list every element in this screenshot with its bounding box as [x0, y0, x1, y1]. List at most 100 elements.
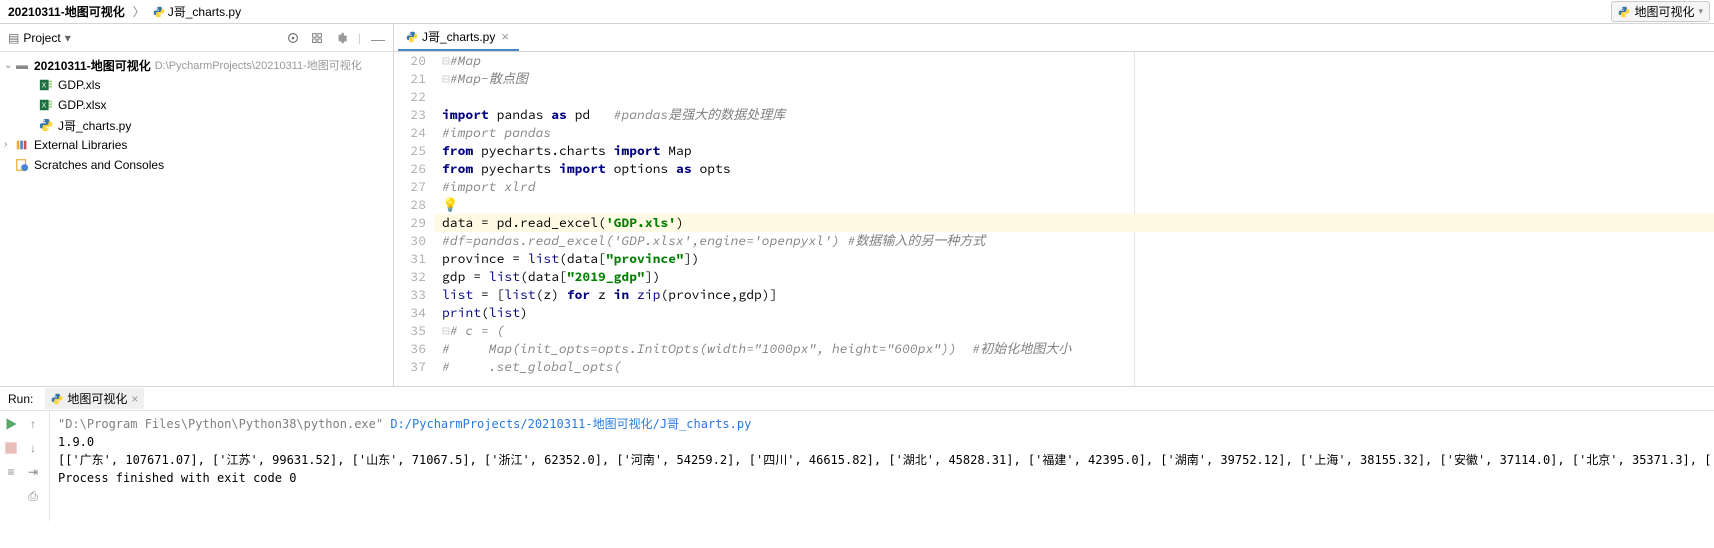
file-label: J哥_charts.py [58, 117, 131, 134]
code-text: ( [481, 304, 489, 321]
excel-icon: X [38, 97, 54, 113]
code-text: import [442, 106, 489, 123]
code-text: #df=pandas.read_excel('GDP.xlsx',engine=… [442, 232, 985, 249]
gutter[interactable]: 20 21 22 23 24 25 26 27 28 29 30 31 32 3… [394, 52, 434, 386]
line-number: 22 [394, 88, 426, 106]
breadcrumb-file[interactable]: J哥_charts.py [149, 1, 245, 22]
close-icon[interactable]: × [499, 29, 511, 44]
run-header: Run: 地图可视化 × [0, 387, 1714, 411]
library-icon [14, 137, 30, 153]
editor-tab-charts[interactable]: J哥_charts.py × [398, 24, 519, 51]
line-number: 26 [394, 160, 426, 178]
code-text: list [528, 250, 559, 267]
code-text: print [442, 304, 481, 321]
run-tool-window: Run: 地图可视化 × ↑ ↓ ≡ ⇥ · ⎙ [0, 386, 1714, 521]
code-text: import [559, 160, 606, 177]
collapse-icon[interactable] [310, 31, 324, 45]
project-tree[interactable]: ⌄ ▬ 20210311-地图可视化 D:\PycharmProjects\20… [0, 52, 393, 386]
code-text: pyecharts [473, 160, 559, 177]
code-text: (province,gdp)] [660, 286, 777, 303]
project-header: ▤ Project ▾ | — [0, 24, 393, 52]
line-number: 34 [394, 304, 426, 322]
file-charts-py[interactable]: J哥_charts.py [0, 115, 393, 135]
project-view-selector[interactable]: ▤ Project ▾ [8, 31, 286, 45]
line-number: 37 [394, 358, 426, 376]
code-text: zip [637, 286, 660, 303]
project-root[interactable]: ⌄ ▬ 20210311-地图可视化 D:\PycharmProjects\20… [0, 55, 393, 75]
rerun-icon[interactable] [2, 415, 20, 433]
divider: | [358, 31, 361, 45]
print-icon[interactable]: ⎙ [24, 487, 42, 505]
code-text: data = pd.read_excel( [442, 214, 606, 231]
code-text: #import pandas [442, 124, 551, 141]
file-gdp-xls[interactable]: X GDP.xls [0, 75, 393, 95]
python-icon [51, 393, 63, 405]
code-text: options [606, 160, 676, 177]
code-text: pd [567, 106, 614, 123]
chevron-down-icon: ▾ [65, 31, 71, 45]
svg-text:X: X [42, 83, 47, 90]
line-number: 25 [394, 142, 426, 160]
file-label: GDP.xlsx [58, 98, 106, 112]
console-text: D:/PycharmProjects/20210311-地图可视化/J哥_cha… [390, 417, 751, 431]
intention-bulb-icon[interactable]: 💡 [442, 196, 458, 213]
line-number: 21 [394, 70, 426, 88]
run-configuration-selector[interactable]: 地图可视化 ▾ [1611, 1, 1710, 22]
breadcrumb-project[interactable]: 20210311-地图可视化 [4, 1, 129, 22]
up-icon[interactable]: ↑ [24, 415, 42, 433]
svg-text:X: X [42, 103, 47, 110]
editor-panel: J哥_charts.py × 20 21 22 23 24 25 26 27 2… [394, 24, 1714, 386]
file-label: 20210311-地图可视化 [34, 57, 151, 74]
code-text: opts [692, 160, 731, 177]
code-text: = [ [473, 286, 504, 303]
line-number: 35 [394, 322, 426, 340]
python-icon [1618, 6, 1630, 18]
soft-wrap-icon[interactable]: ⇥ [24, 463, 42, 481]
editor-body[interactable]: 20 21 22 23 24 25 26 27 28 29 30 31 32 3… [394, 52, 1714, 386]
line-number: 28 [394, 196, 426, 214]
code-text: #Map-散点图 [450, 70, 528, 87]
down-icon[interactable]: ↓ [24, 439, 42, 457]
line-number: 20 [394, 52, 426, 70]
line-number: 29 [394, 214, 426, 232]
close-icon[interactable]: × [131, 392, 138, 406]
run-tab-label: 地图可视化 [67, 390, 127, 407]
code-text: gdp = [442, 268, 489, 285]
scratches-consoles[interactable]: Scratches and Consoles [0, 155, 393, 175]
code-text: ]) [645, 268, 661, 285]
main-area: ▤ Project ▾ | — ⌄ ▬ 20210311-地图可视化 D:\Py… [0, 24, 1714, 386]
code-text: pandas [489, 106, 551, 123]
console-text: "D:\Program Files\Python\Python38\python… [58, 417, 390, 431]
python-icon [38, 117, 54, 133]
hide-icon[interactable]: — [371, 31, 385, 45]
console-output[interactable]: "D:\Program Files\Python\Python38\python… [50, 411, 1714, 521]
code-text: from [442, 142, 473, 159]
code-text: province = [442, 250, 528, 267]
run-tab[interactable]: 地图可视化 × [45, 388, 144, 409]
chevron-right-icon: › [4, 139, 14, 150]
stop-icon[interactable] [2, 439, 20, 457]
excel-icon: X [38, 77, 54, 93]
gear-icon[interactable] [334, 31, 348, 45]
file-label: External Libraries [34, 138, 127, 152]
code-area[interactable]: ⊟#Map ⊟#Map-散点图 import pandas as pd #pan… [434, 52, 1714, 386]
code-text: ) [520, 304, 528, 321]
code-text: # Map(init_opts=opts.InitOpts(width="100… [442, 340, 1071, 357]
project-title: Project [23, 31, 60, 45]
layout-icon[interactable]: ≡ [2, 463, 20, 481]
tab-label: J哥_charts.py [422, 28, 495, 45]
code-text: "province" [606, 250, 684, 267]
navigation-bar: 20210311-地图可视化 〉 J哥_charts.py 地图可视化 ▾ [0, 0, 1714, 24]
run-label: Run: [8, 392, 33, 406]
line-number: 23 [394, 106, 426, 124]
file-path: D:\PycharmProjects\20210311-地图可视化 [155, 57, 362, 73]
external-libraries[interactable]: › External Libraries [0, 135, 393, 155]
line-number: 30 [394, 232, 426, 250]
code-text: ]) [684, 250, 700, 267]
line-number: 33 [394, 286, 426, 304]
target-icon[interactable] [286, 31, 300, 45]
file-gdp-xlsx[interactable]: X GDP.xlsx [0, 95, 393, 115]
code-text: import [614, 142, 661, 159]
code-text: # c = ( [450, 322, 505, 339]
run-toolbar: ↑ ↓ ≡ ⇥ · ⎙ [0, 411, 50, 521]
